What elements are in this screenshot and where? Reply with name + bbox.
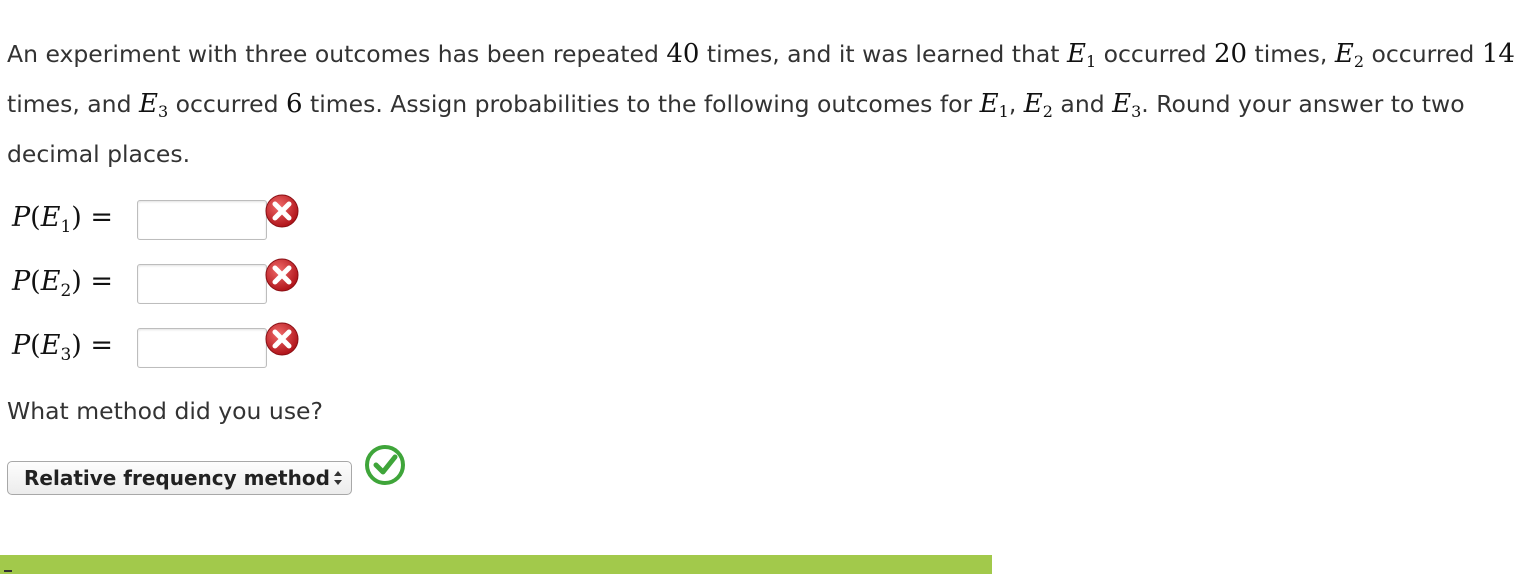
math-e1: E1	[979, 89, 1009, 121]
problem-text: occurred	[168, 90, 286, 118]
probability-e3-input[interactable]	[137, 328, 267, 368]
problem-statement: An experiment with three outcomes has be…	[7, 33, 1522, 175]
math-total: 40	[666, 39, 700, 69]
math-n3: 6	[285, 89, 303, 119]
problem-text: An experiment with three outcomes has be…	[7, 40, 667, 68]
problem-text: and	[1052, 90, 1113, 118]
probability-e2-input[interactable]	[137, 264, 267, 304]
math-n1: 20	[1213, 39, 1248, 69]
probability-label: P(E2) =	[12, 266, 114, 301]
problem-text: occurred	[1096, 40, 1214, 68]
probability-label: P(E3) =	[12, 330, 114, 365]
math-e2: E2	[1023, 89, 1053, 121]
problem-text: ,	[1008, 90, 1024, 118]
method-select-value: Relative frequency method	[24, 466, 330, 490]
footer-bar	[0, 555, 992, 574]
method-question: What method did you use?	[7, 397, 323, 425]
select-arrows-icon	[334, 471, 342, 485]
footer-bar-mark	[4, 570, 12, 572]
math-e1: E1	[1066, 39, 1097, 71]
math-e2: E2	[1334, 39, 1364, 71]
error-x-icon	[265, 258, 299, 292]
problem-text: times, and it was learned that	[699, 40, 1067, 68]
problem-text: times, and	[7, 90, 139, 118]
method-select[interactable]: Relative frequency method	[7, 461, 352, 495]
error-x-icon	[265, 194, 299, 228]
correct-check-icon	[365, 445, 405, 485]
math-e3: E3	[1112, 89, 1142, 121]
problem-text: times,	[1247, 40, 1335, 68]
probability-label: P(E1) =	[12, 202, 114, 237]
probability-e1-input[interactable]	[137, 200, 267, 240]
math-e3: E3	[138, 89, 169, 121]
problem-text: times. Assign probabilities to the follo…	[302, 90, 980, 118]
error-x-icon	[265, 322, 299, 356]
math-n2: 14	[1481, 39, 1515, 69]
problem-text: occurred	[1364, 40, 1482, 68]
